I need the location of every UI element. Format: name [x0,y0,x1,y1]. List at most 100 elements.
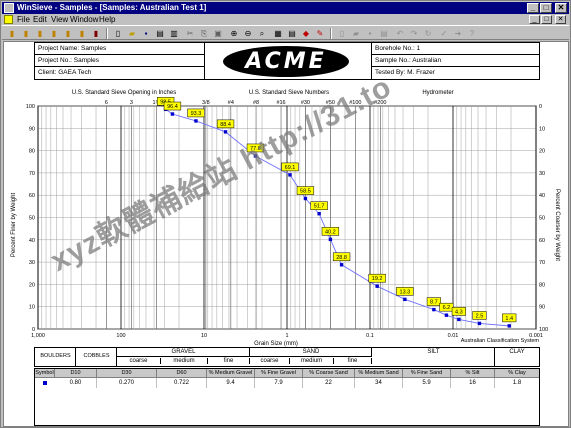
table-icon[interactable]: ▤ [286,28,298,39]
doc-save-icon[interactable]: ▪ [364,28,376,39]
edit-icon[interactable]: ✎ [314,28,326,39]
find-icon[interactable]: ⌕ [256,28,268,39]
doc-print-icon[interactable]: ▤ [378,28,390,39]
project-number: Project No.: Samples [35,55,205,67]
arrow-icon[interactable]: ➜ [452,28,464,39]
save-icon[interactable]: ▪ [140,28,152,39]
print-preview-icon[interactable]: ▥ [168,28,180,39]
help-icon[interactable]: ? [466,28,478,39]
data-point [375,284,379,288]
menu-file[interactable]: File [17,14,30,25]
sample-icon[interactable]: ▮ [48,28,60,39]
data-label: 2.5 [476,313,484,319]
gravel-coarse-label: coarse [117,358,161,364]
sand-label: SAND [302,349,320,355]
sieve-icon[interactable]: ▮ [90,28,102,39]
x-tick-label: 1,000 [31,333,45,339]
title-bar[interactable]: WinSieve - Samples - [Samples: Australia… [2,2,569,14]
graph-icon[interactable]: ▮ [76,28,88,39]
toolbar-separator [330,28,332,39]
data-label: 40.2 [325,229,336,235]
data-point [303,196,308,201]
document-icon[interactable] [4,15,13,24]
new-file-icon[interactable]: ▯ [112,28,124,39]
header-fine-gravel: % Fine Gravel [255,369,303,378]
value-d10: 0.80 [55,378,97,388]
value-d30: 0.270 [97,378,157,388]
y-tick-label: 70 [29,171,35,177]
header-symbol: Symbol [35,369,55,378]
x-tick-label: 0.1 [366,333,374,339]
data-point [328,237,333,242]
redo-icon[interactable]: ↷ [408,28,420,39]
doc-new-icon[interactable]: ▯ [336,28,348,39]
open-folder-icon[interactable]: ▰ [126,28,138,39]
data-label: 19.2 [372,276,383,282]
sand-medium-label: medium [290,358,334,364]
y-right-tick-label: 40 [539,193,545,199]
sieve-label: #200 [374,100,386,106]
grid-icon[interactable]: ▦ [272,28,284,39]
zoom-in-icon[interactable]: ⊕ [228,28,240,39]
left-axis-title: Percent Finer by Weight [11,193,17,258]
value-d60: 0.722 [157,378,207,388]
data-point [403,297,407,302]
sieve-label: #4 [228,100,234,106]
doc-open-icon[interactable]: ▰ [350,28,362,39]
doc-restore-button[interactable]: □ [541,15,552,24]
sieve-label: #30 [301,100,310,106]
tested-by: Tested By: M. Frazer [371,67,540,79]
cut-icon[interactable]: ✂ [184,28,196,39]
data-point [507,324,511,328]
menu-help[interactable]: Help [99,14,115,25]
data-label: 69.1 [285,165,296,171]
refresh-icon[interactable]: ↻ [422,28,434,39]
new-project-icon[interactable]: ▮ [6,28,18,39]
x-tick-label: 100 [116,333,125,339]
report-icon[interactable]: ▮ [62,28,74,39]
y-right-tick-label: 70 [539,260,545,266]
borehole-number: Borehole No.: 1 [371,43,540,55]
sieve-label: #8 [253,100,259,106]
open-project-icon[interactable]: ▮ [20,28,32,39]
check-icon[interactable]: ✓ [438,28,450,39]
value-medium-gravel: 9.4 [207,378,255,388]
header-coarse-sand: % Coarse Sand [303,369,355,378]
y-right-tick-label: 10 [539,126,545,132]
x-tick-label: 10 [201,333,207,339]
header-silt: % Silt [451,369,495,378]
data-point [432,307,436,312]
sand-coarse-label: coarse [250,358,290,364]
minimize-button[interactable]: _ [527,3,539,13]
value-fine-gravel: 7.9 [255,378,303,388]
zoom-out-icon[interactable]: ⊖ [242,28,254,39]
y-right-tick-label: 30 [539,171,545,177]
chart-icon[interactable]: ◆ [300,28,312,39]
data-point [457,317,461,322]
classification-system-label: Australian Classification System [460,338,539,344]
paste-icon[interactable]: ▣ [212,28,224,39]
y-tick-label: 90 [29,126,35,132]
undo-icon[interactable]: ↶ [394,28,406,39]
copy-icon[interactable]: ⎘ [198,28,210,39]
sieve-label: 3/8 [202,100,210,106]
value-silt: 16 [451,378,495,388]
data-label: 8.7 [430,300,438,306]
y-tick-label: 10 [29,305,35,311]
menu-edit[interactable]: Edit [33,14,47,25]
app-icon[interactable] [4,3,14,13]
maximize-button[interactable]: □ [540,3,552,13]
silt-label: SILT [427,349,440,355]
doc-minimize-button[interactable]: _ [529,15,540,24]
print-icon[interactable]: ▤ [154,28,166,39]
header-clay: % Clay [495,369,539,378]
doc-close-button[interactable]: ✕ [555,15,566,24]
close-button[interactable]: ✕ [555,3,567,13]
header-d60: D60 [157,369,207,378]
menu-view[interactable]: View [51,14,68,25]
save-project-icon[interactable]: ▮ [34,28,46,39]
menu-window[interactable]: Window [70,14,98,25]
gravel-label: GRAVEL [171,349,196,355]
data-point [170,112,175,116]
data-label: 77.6 [250,146,261,152]
